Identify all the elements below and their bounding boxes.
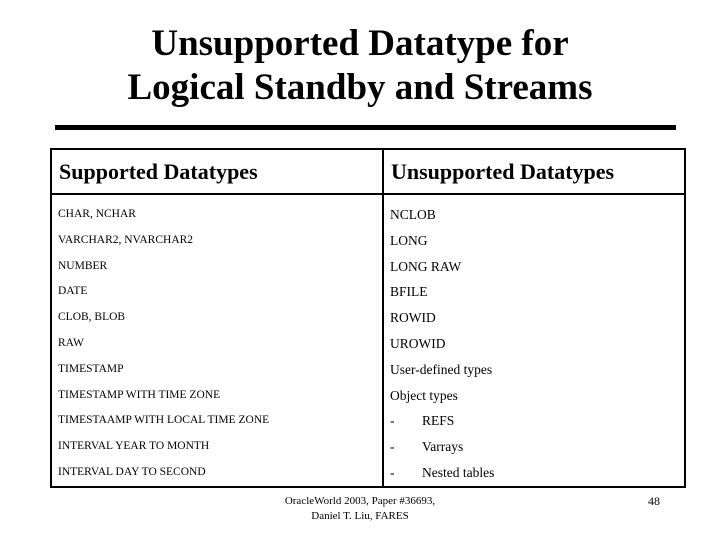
list-item: LONG RAW <box>390 258 462 274</box>
list-item: TIMESTAAMP WITH LOCAL TIME ZONE <box>58 414 270 427</box>
list-item: INTERVAL YEAR TO MONTH <box>58 440 210 453</box>
list-item-label: Nested tables <box>422 464 495 480</box>
unsupported-datatypes-cell: NCLOB LONG LONG RAW BFILE ROWID UROWID User-de… <box>382 193 686 488</box>
dash-bullet-icon: - <box>390 464 395 480</box>
page-title: Unsupported Datatype for Logical Standby… <box>40 22 680 110</box>
list-item: INTERVAL DAY TO SECOND <box>58 465 206 478</box>
list-item: - Nested tables <box>390 460 684 486</box>
title-divider <box>55 125 676 130</box>
table-header-row: Supported Datatypes Unsupported Datatype… <box>50 148 686 195</box>
dash-bullet-icon: - <box>390 413 395 429</box>
footer-line-2: Daniel T. Liu, FARES <box>311 510 409 522</box>
list-item: - Varrays <box>390 434 684 460</box>
dash-bullet-icon: - <box>390 439 395 455</box>
supported-datatypes-list: CHAR, NCHAR VARCHAR2, NVARCHAR2 NUMBER DATE… <box>58 202 382 486</box>
list-item: NCLOB <box>390 207 436 222</box>
list-item: User-defined types <box>390 361 493 377</box>
datatype-comparison-table: Supported Datatypes Unsupported Datatype… <box>50 148 686 488</box>
page-title-line-1: Unsupported Datatype for <box>151 23 569 64</box>
page-title-line-2: Logical Standby and Streams <box>127 67 593 108</box>
footer-line-1: OracleWorld 2003, Paper #36693, <box>284 495 436 507</box>
list-item: CLOB, BLOB <box>58 311 126 324</box>
table-header-cell-supported: Supported Datatypes <box>50 148 384 195</box>
list-item: UROWID <box>390 335 446 351</box>
list-item: LONG <box>390 232 428 248</box>
unsupported-datatypes-header: Unsupported Datatypes <box>391 158 615 184</box>
list-item: TIMESTAMP WITH TIME ZONE <box>58 388 221 401</box>
list-item: - REFS <box>390 408 684 434</box>
footer-citation: OracleWorld 2003, Paper #36693, Daniel T… <box>150 494 570 524</box>
page-number: 48 <box>648 494 660 508</box>
table-body-row: CHAR, NCHAR VARCHAR2, NVARCHAR2 NUMBER DATE… <box>50 193 686 488</box>
list-item: NUMBER <box>58 259 108 272</box>
list-item: DATE <box>58 285 88 298</box>
supported-datatypes-header: Supported Datatypes <box>59 158 258 184</box>
unsupported-datatypes-list: NCLOB LONG LONG RAW BFILE ROWID UROWID User-de… <box>390 202 684 486</box>
list-item: RAW <box>58 336 84 349</box>
list-item-label: REFS <box>422 413 455 429</box>
table-header-cell-unsupported: Unsupported Datatypes <box>382 148 686 195</box>
list-item-label: Varrays <box>422 439 464 455</box>
list-item: CHAR, NCHAR <box>58 208 136 220</box>
list-item: TIMESTAMP <box>58 362 124 375</box>
list-item: Object types <box>390 387 458 403</box>
list-item: BFILE <box>390 284 428 300</box>
list-item: ROWID <box>390 310 436 326</box>
supported-datatypes-cell: CHAR, NCHAR VARCHAR2, NVARCHAR2 NUMBER DATE… <box>50 193 384 488</box>
list-item: VARCHAR2, NVARCHAR2 <box>58 233 194 246</box>
